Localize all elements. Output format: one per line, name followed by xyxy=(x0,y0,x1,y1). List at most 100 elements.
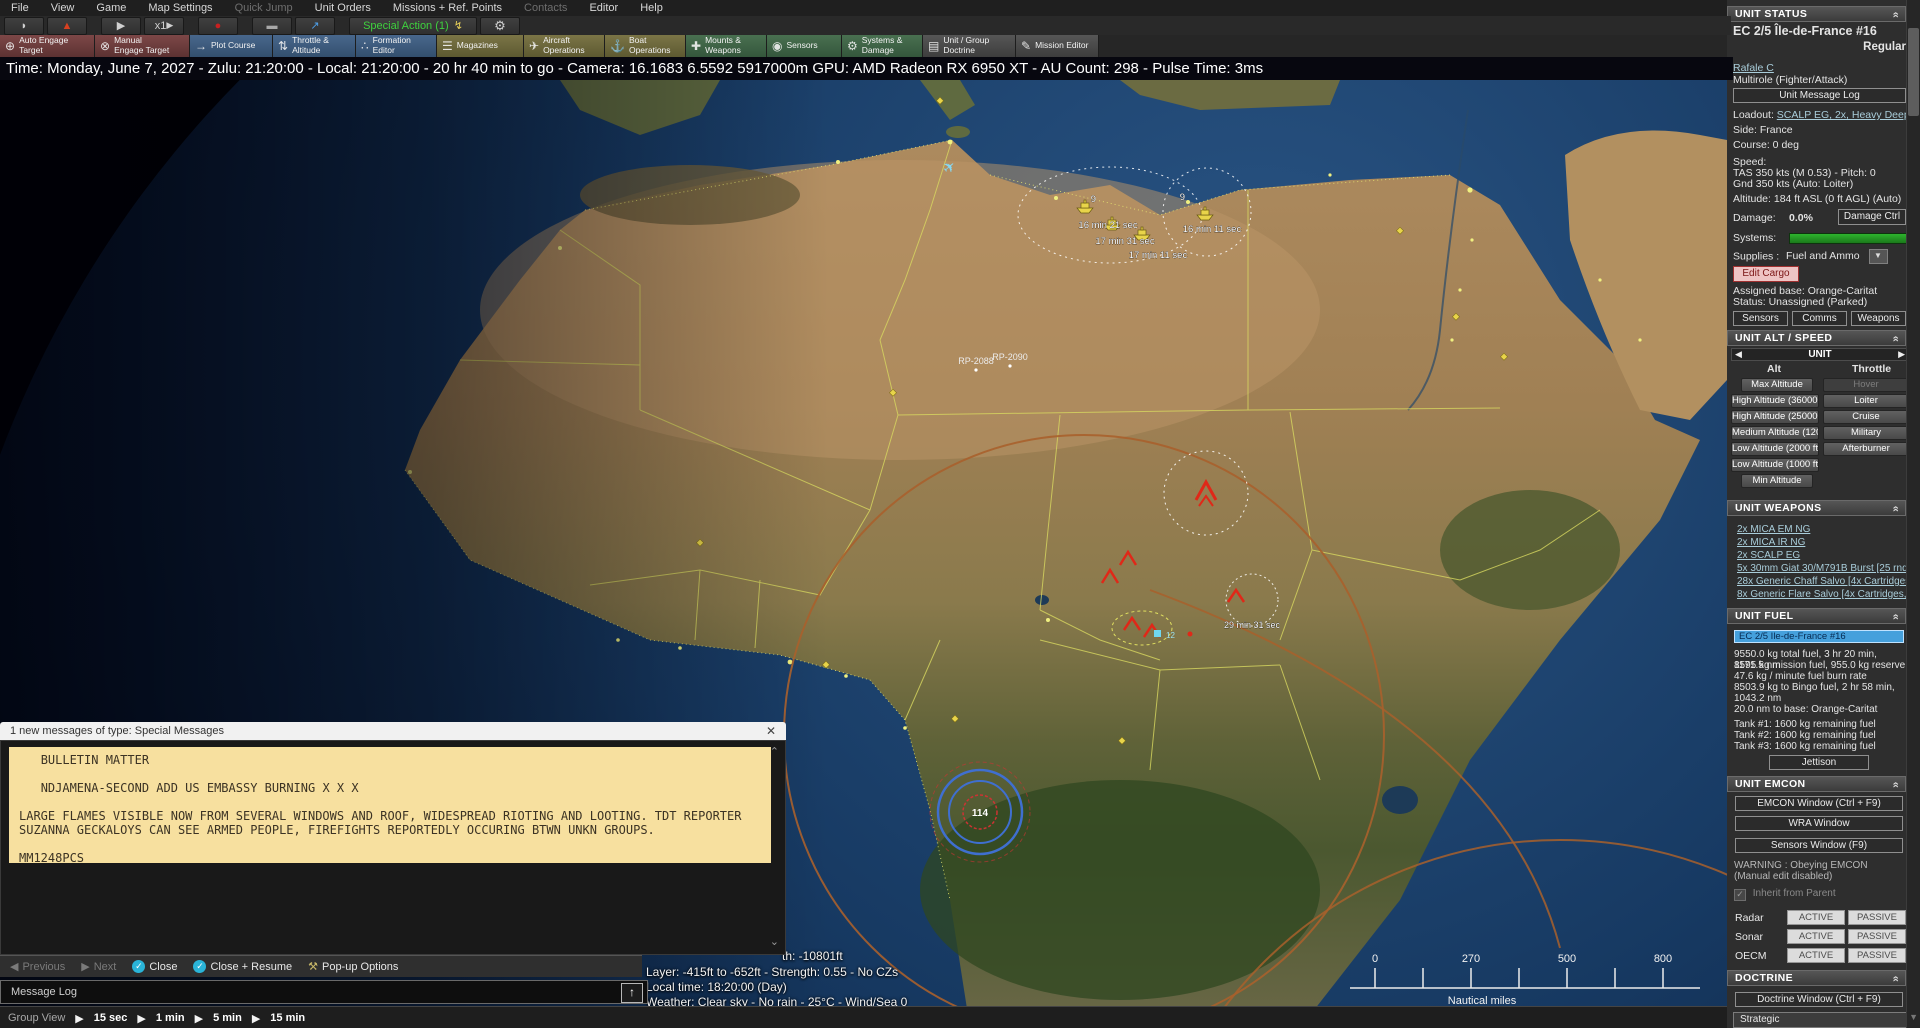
step-arrow-icon[interactable]: ▶ xyxy=(252,1012,260,1025)
play-button[interactable]: ▶ xyxy=(101,17,141,35)
collapse-icon[interactable]: « xyxy=(1889,12,1903,19)
menu-map-settings[interactable]: Map Settings xyxy=(137,2,223,14)
menu-file[interactable]: File xyxy=(0,2,40,14)
jettison-button[interactable]: Jettison xyxy=(1769,755,1869,770)
group-view-label[interactable]: Group View xyxy=(8,1012,65,1024)
unit-message-log-button[interactable]: Unit Message Log xyxy=(1733,88,1906,103)
wra-window-button[interactable]: WRA Window xyxy=(1735,816,1903,831)
low-altitude-2000-button[interactable]: Low Altitude (2000 ft) xyxy=(1731,442,1819,456)
afterburner-throttle-button[interactable]: Afterburner xyxy=(1823,442,1909,456)
loiter-throttle-button[interactable]: Loiter xyxy=(1823,394,1909,408)
weapon-link[interactable]: 5x 30mm Giat 30/M791B Burst [25 rnds] xyxy=(1737,563,1915,574)
expand-log-button[interactable]: ↑ xyxy=(621,983,643,1003)
scroll-down-icon[interactable]: ⌄ xyxy=(770,935,779,948)
loadout-link[interactable]: SCALP EG, 2x, Heavy Deep Strike xyxy=(1777,109,1920,121)
reference-point-marker[interactable] xyxy=(1008,364,1011,367)
step-15min[interactable]: 15 min xyxy=(270,1012,305,1024)
systems-damage-button[interactable]: ⚙Systems & Damage xyxy=(842,35,923,57)
collapse-icon[interactable]: « xyxy=(1889,976,1903,983)
weapon-link[interactable]: 2x MICA IR NG xyxy=(1737,537,1805,548)
sensors-panel-button[interactable]: Sensors xyxy=(1733,311,1788,326)
speed-x1-button[interactable]: x1▶ xyxy=(144,17,184,35)
fuel-unit-selected[interactable]: EC 2/5 Ile-de-France #16 xyxy=(1734,630,1904,643)
sidebar-scrollbar[interactable]: ▼ xyxy=(1906,0,1920,1028)
sonar-active-button[interactable]: ACTIVE xyxy=(1787,929,1845,944)
scrollbar-thumb[interactable] xyxy=(1908,28,1919,116)
min-altitude-button[interactable]: Min Altitude xyxy=(1741,474,1813,488)
weapon-link[interactable]: 28x Generic Chaff Salvo [4x Cartridges] xyxy=(1737,576,1913,587)
weapon-link[interactable]: 2x MICA EM NG xyxy=(1737,524,1810,535)
max-altitude-button[interactable]: Max Altitude xyxy=(1741,378,1813,392)
mounts-weapons-button[interactable]: ✚Mounts & Weapons xyxy=(686,35,767,57)
unit-status-header[interactable]: UNIT STATUS« xyxy=(1727,6,1906,22)
sensors-window-button[interactable]: Sensors Window (F9) xyxy=(1735,838,1903,853)
damage-ctrl-button[interactable]: Damage Ctrl xyxy=(1838,209,1906,225)
formation-editor-button[interactable]: ∴Formation Editor xyxy=(356,35,437,57)
magazines-button[interactable]: ☰Magazines xyxy=(437,35,524,57)
scroll-down-icon[interactable]: ▼ xyxy=(1909,1012,1918,1022)
step-arrow-icon[interactable]: ▶ xyxy=(195,1012,203,1025)
auto-engage-button[interactable]: ⊕Auto Engage Target xyxy=(0,35,95,57)
medium-altitude-button[interactable]: Medium Altitude (12000 ft) xyxy=(1731,426,1819,440)
scope-right-icon[interactable]: ▶ xyxy=(1898,349,1905,360)
unit-alt-speed-header[interactable]: UNIT ALT / SPEED« xyxy=(1727,330,1906,346)
radar-active-button[interactable]: ACTIVE xyxy=(1787,910,1845,925)
step-arrow-icon[interactable]: ▶ xyxy=(75,1012,83,1025)
special-action-button[interactable]: Special Action (1) ↯ xyxy=(349,17,477,35)
oecm-passive-button[interactable]: PASSIVE xyxy=(1848,948,1906,963)
friendly-contact-marker[interactable] xyxy=(1154,630,1161,637)
boat-operations-button[interactable]: ⚓Boat Operations xyxy=(605,35,686,57)
close-resume-button[interactable]: ✓Close + Resume xyxy=(193,960,292,973)
hostile-dot-marker[interactable] xyxy=(1188,632,1193,637)
weapon-link[interactable]: 8x Generic Flare Salvo [4x Cartridges, D… xyxy=(1737,589,1920,600)
reference-point-label[interactable]: RP-2090 xyxy=(992,352,1028,362)
step-15sec[interactable]: 15 sec xyxy=(94,1012,128,1024)
popup-title-bar[interactable]: 1 new messages of type: Special Messages xyxy=(0,722,786,740)
clock-button[interactable]: ◗ xyxy=(4,17,44,35)
emcon-window-button[interactable]: EMCON Window (Ctrl + F9) xyxy=(1735,796,1903,811)
unit-fuel-header[interactable]: UNIT FUEL« xyxy=(1727,608,1906,624)
cruise-throttle-button[interactable]: Cruise xyxy=(1823,410,1909,424)
settings-button[interactable]: ⚙ xyxy=(480,17,520,35)
flame-button[interactable]: ▲ xyxy=(47,17,87,35)
radar-passive-button[interactable]: PASSIVE xyxy=(1848,910,1906,925)
recon-button[interactable]: ▬ xyxy=(252,17,292,35)
collapse-icon[interactable]: « xyxy=(1889,336,1903,343)
step-1min[interactable]: 1 min xyxy=(156,1012,185,1024)
menu-help[interactable]: Help xyxy=(629,2,674,14)
high-altitude-36000-button[interactable]: High Altitude (36000 ft) xyxy=(1731,394,1819,408)
jump-button[interactable]: ↗ xyxy=(295,17,335,35)
reference-point-label[interactable]: RP-2088 xyxy=(958,356,994,366)
high-altitude-25000-button[interactable]: High Altitude (25000 ft) xyxy=(1731,410,1819,424)
unit-class-link[interactable]: Rafale C xyxy=(1733,62,1774,74)
manual-engage-button[interactable]: ⊗Manual Engage Target xyxy=(95,35,190,57)
doctrine-window-button[interactable]: Doctrine Window (Ctrl + F9) xyxy=(1735,992,1903,1007)
scroll-up-icon[interactable]: ⌃ xyxy=(770,745,779,758)
sensors-button[interactable]: ◉Sensors xyxy=(767,35,842,57)
supplies-dropdown[interactable]: ▼ xyxy=(1869,249,1888,264)
record-button[interactable]: ● xyxy=(198,17,238,35)
aircraft-operations-button[interactable]: ✈Aircraft Operations xyxy=(524,35,605,57)
menu-missions-ref-points[interactable]: Missions + Ref. Points xyxy=(382,2,513,14)
popup-options-button[interactable]: ⚒Pop-up Options xyxy=(308,960,398,973)
close-icon[interactable]: ✕ xyxy=(766,722,776,740)
doctrine-strategic-item[interactable]: Strategic xyxy=(1733,1012,1909,1028)
military-throttle-button[interactable]: Military xyxy=(1823,426,1909,440)
doctrine-ribbon-button[interactable]: ▤Unit / Group Doctrine xyxy=(923,35,1016,57)
menu-game[interactable]: Game xyxy=(85,2,137,14)
low-altitude-1000-button[interactable]: Low Altitude (1000 ft) xyxy=(1731,458,1819,472)
mission-editor-button[interactable]: ✎Mission Editor xyxy=(1016,35,1099,57)
message-log-bar[interactable]: Message Log ↑ xyxy=(0,980,648,1004)
oecm-active-button[interactable]: ACTIVE xyxy=(1787,948,1845,963)
menu-view[interactable]: View xyxy=(40,2,86,14)
unit-emcon-header[interactable]: UNIT EMCON« xyxy=(1727,776,1906,792)
step-5min[interactable]: 5 min xyxy=(213,1012,242,1024)
menu-unit-orders[interactable]: Unit Orders xyxy=(304,2,382,14)
collapse-icon[interactable]: « xyxy=(1889,506,1903,513)
collapse-icon[interactable]: « xyxy=(1889,614,1903,621)
plot-course-button[interactable]: →Plot Course xyxy=(190,35,273,57)
menu-editor[interactable]: Editor xyxy=(578,2,629,14)
close-button[interactable]: ✓Close xyxy=(132,960,177,973)
doctrine-header[interactable]: DOCTRINE« xyxy=(1727,970,1906,986)
unit-weapons-header[interactable]: UNIT WEAPONS« xyxy=(1727,500,1906,516)
